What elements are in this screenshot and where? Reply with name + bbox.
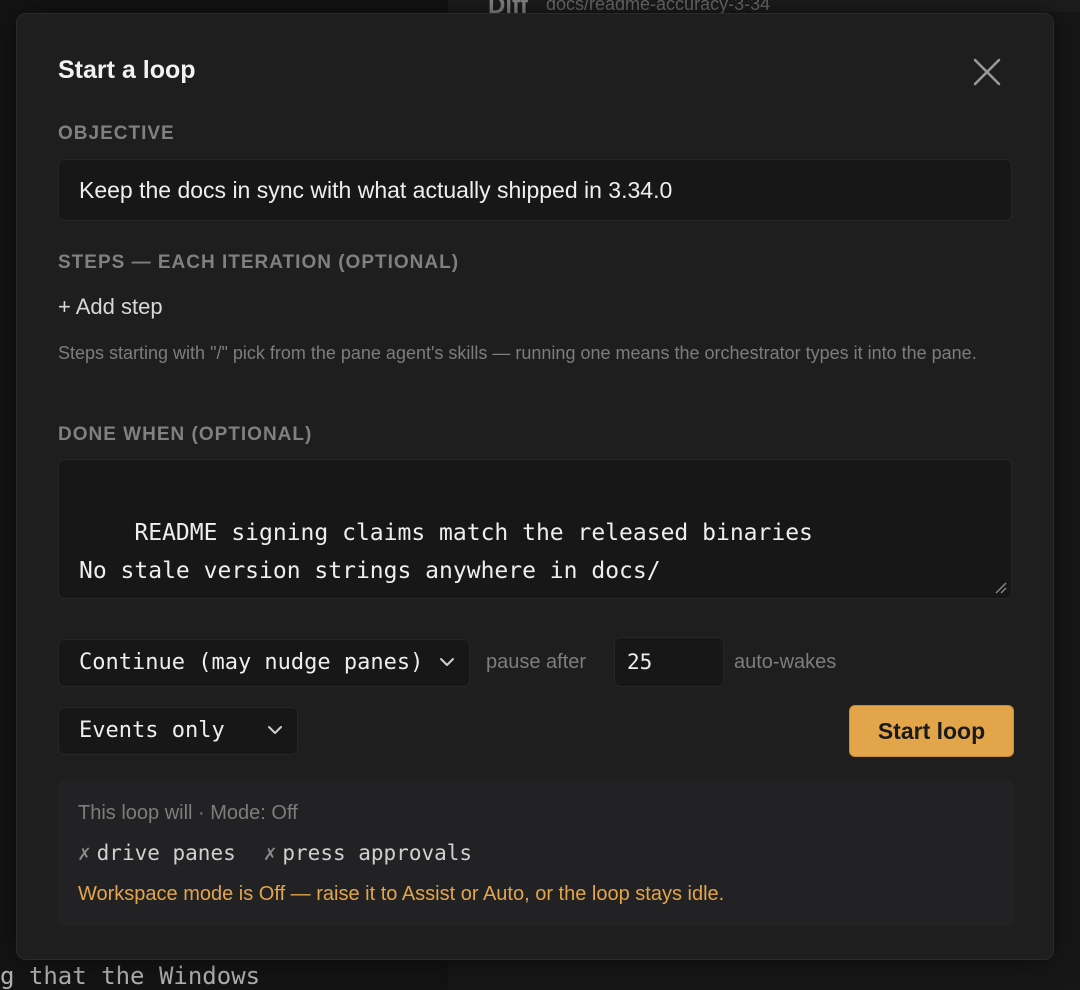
objective-input[interactable]: Keep the docs in sync with what actually… <box>58 159 1012 221</box>
continue-mode-select[interactable]: Continue (may nudge panes) <box>58 639 470 687</box>
summary-flags: ✗ drive panes ✗ press approvals <box>78 841 472 865</box>
start-loop-dialog: Start a loop OBJECTIVE Keep the docs in … <box>16 13 1054 960</box>
pause-after-label: pause after <box>486 651 587 673</box>
chevron-down-icon <box>440 658 454 666</box>
done-when-label: DONE WHEN (OPTIONAL) <box>58 424 313 445</box>
events-select-value: Events only <box>79 718 225 743</box>
x-mark-icon: ✗ <box>263 841 277 865</box>
steps-hint: Steps starting with "/" pick from the pa… <box>58 343 977 363</box>
chevron-down-icon <box>268 726 282 734</box>
summary-title: This loop will · Mode: Off <box>78 802 298 824</box>
flag-drive-panes: drive panes <box>96 841 236 865</box>
auto-wakes-label: auto-wakes <box>734 651 837 673</box>
steps-label: STEPS — EACH ITERATION (OPTIONAL) <box>58 252 460 273</box>
dialog-title: Start a loop <box>58 56 196 84</box>
close-icon[interactable] <box>969 54 1005 90</box>
done-when-textarea[interactable]: README signing claims match the released… <box>58 459 1012 599</box>
resize-handle-icon[interactable] <box>993 580 1007 594</box>
continue-mode-value: Continue (may nudge panes) <box>79 650 424 675</box>
events-select[interactable]: Events only <box>58 707 298 755</box>
pause-after-input[interactable]: 25 <box>614 637 724 687</box>
workspace-mode-warning: Workspace mode is Off — raise it to Assi… <box>78 883 725 905</box>
done-when-text: README signing claims match the released… <box>79 520 813 584</box>
flag-press-approvals: press approvals <box>282 841 473 865</box>
add-step-button[interactable]: + Add step <box>58 294 163 320</box>
start-loop-button[interactable]: Start loop <box>849 705 1014 757</box>
background-terminal-line: g that the Windows <box>0 962 261 990</box>
objective-label: OBJECTIVE <box>58 123 175 144</box>
x-mark-icon: ✗ <box>78 841 91 865</box>
loop-summary-panel: This loop will · Mode: Off ✗ drive panes ✗… <box>58 781 1014 926</box>
